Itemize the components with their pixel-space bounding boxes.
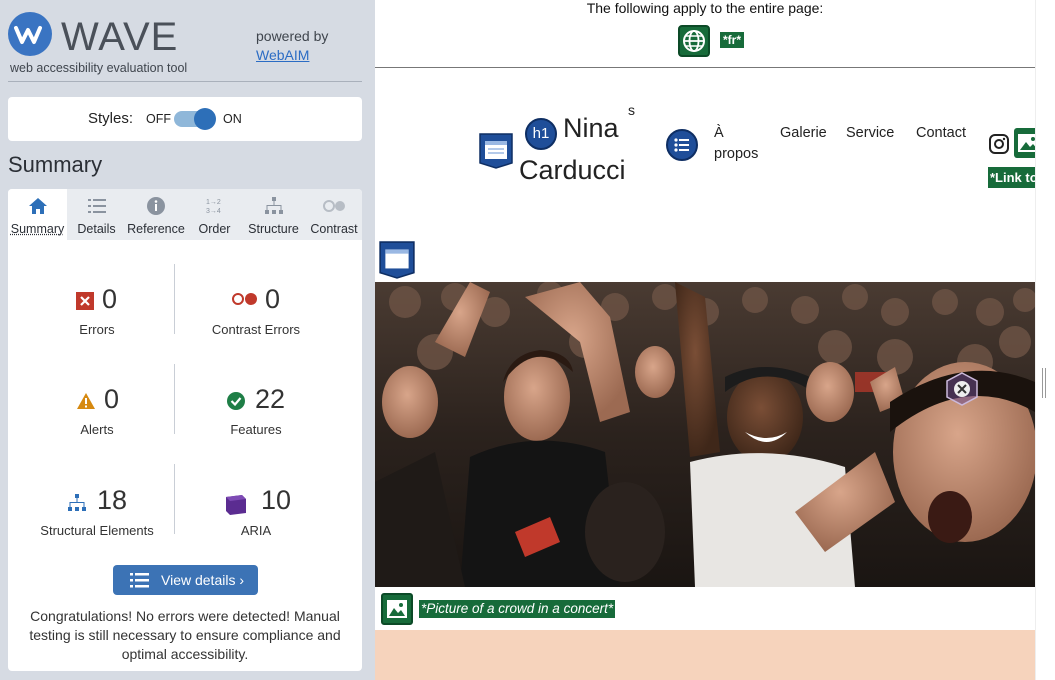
wave-tagline: web accessibility evaluation tool bbox=[10, 61, 188, 75]
site-title-line2: Carducci bbox=[519, 155, 626, 185]
stat-label: Structural Elements bbox=[40, 523, 154, 538]
concert-crowd-image bbox=[375, 282, 1035, 587]
tab-summary[interactable]: Summary bbox=[8, 189, 67, 240]
list-icon bbox=[130, 573, 149, 588]
stat-label: Alerts bbox=[80, 422, 114, 437]
structure-icon bbox=[68, 494, 86, 511]
wave-logo-text: WAVE bbox=[61, 15, 179, 59]
instagram-icon[interactable] bbox=[988, 133, 1010, 155]
evaluated-page: The following apply to the entire page: … bbox=[375, 0, 1035, 680]
nav-link-service[interactable]: Service bbox=[846, 123, 894, 144]
stat-structural-elements[interactable]: 18 Structural Elements bbox=[14, 485, 180, 565]
styles-label: Styles: bbox=[88, 110, 134, 127]
aria-icon bbox=[226, 495, 246, 515]
tab-label: Contrast bbox=[310, 222, 358, 236]
toggle-knob bbox=[194, 108, 216, 130]
congrats-message: Congratulations! No errors were detected… bbox=[29, 608, 341, 662]
stat-label: Contrast Errors bbox=[211, 322, 301, 337]
styles-toggle[interactable] bbox=[174, 108, 216, 130]
nav-link-a-propos[interactable]: À propos bbox=[714, 123, 772, 165]
scrollbar-track[interactable] bbox=[1035, 0, 1055, 680]
list-icon bbox=[87, 199, 106, 213]
stat-value: 10 bbox=[261, 485, 292, 515]
tab-details[interactable]: Details bbox=[70, 189, 123, 240]
stat-label: ARIA bbox=[240, 523, 272, 538]
tab-reference[interactable]: Reference bbox=[124, 189, 188, 240]
panel-tabs: Summary Details Reference 1→2 3→4 Order S… bbox=[8, 189, 362, 240]
webaim-link[interactable]: WebAIM bbox=[256, 46, 328, 65]
divider bbox=[375, 67, 1035, 68]
styles-toggle-box: Styles: OFF ON bbox=[8, 97, 362, 141]
stat-value: 0 bbox=[102, 284, 118, 314]
close-overlay-icon[interactable] bbox=[944, 371, 980, 407]
main-landmark-icon[interactable] bbox=[379, 241, 415, 279]
unordered-list-icon[interactable] bbox=[666, 129, 698, 161]
stat-label: Errors bbox=[79, 322, 115, 337]
stat-label: Features bbox=[230, 422, 282, 437]
stat-value: 0 bbox=[265, 284, 281, 314]
nav-link-contact[interactable]: Contact bbox=[916, 123, 966, 144]
structure-icon bbox=[264, 197, 283, 214]
stat-value: 0 bbox=[104, 384, 120, 414]
tab-label: Details bbox=[77, 222, 116, 236]
stat-features[interactable]: 22 Features bbox=[173, 384, 339, 464]
info-icon bbox=[147, 197, 165, 215]
summary-panel: Summary Details Reference 1→2 3→4 Order S… bbox=[8, 189, 362, 671]
svg-text:1→2: 1→2 bbox=[206, 199, 221, 206]
wave-sidebar: WAVE web accessibility evaluation tool p… bbox=[0, 0, 375, 680]
image-alt-icon[interactable] bbox=[381, 593, 413, 625]
powered-by-label: powered by bbox=[256, 28, 329, 44]
view-details-button[interactable]: View details › bbox=[113, 565, 258, 595]
powered-by: powered by WebAIM bbox=[256, 27, 328, 65]
stat-aria[interactable]: 10 ARIA bbox=[173, 485, 339, 565]
divider bbox=[8, 81, 362, 82]
contrast-error-icon bbox=[232, 293, 257, 305]
tab-label: Reference bbox=[127, 222, 185, 236]
summary-title: Summary bbox=[8, 152, 103, 177]
language-tag: *fr* bbox=[720, 32, 745, 48]
order-icon: 1→23→4 bbox=[206, 199, 221, 215]
site-title-line1: Nina bbox=[563, 113, 619, 143]
stat-value: 22 bbox=[255, 384, 286, 414]
styles-on-label: ON bbox=[223, 112, 242, 126]
site-title-superscript: s bbox=[628, 102, 635, 118]
svg-text:3→4: 3→4 bbox=[206, 208, 221, 215]
globe-icon[interactable] bbox=[678, 25, 710, 57]
h1-icon[interactable]: h1 bbox=[525, 118, 557, 150]
view-details-label: View details › bbox=[161, 572, 245, 588]
linked-image-icon[interactable] bbox=[1014, 128, 1035, 158]
tab-label: Summary bbox=[10, 222, 65, 236]
page-wide-heading: The following apply to the entire page: bbox=[586, 0, 824, 16]
tab-structure[interactable]: Structure bbox=[241, 189, 306, 240]
tab-order[interactable]: 1→2 3→4 Order bbox=[190, 189, 239, 240]
image-alt-tag: *Picture of a crowd in a concert* bbox=[419, 600, 616, 618]
tab-contrast[interactable]: Contrast bbox=[306, 189, 362, 240]
tab-label: Order bbox=[198, 222, 231, 236]
tab-label: Structure bbox=[248, 222, 299, 236]
stat-errors[interactable]: 0 Errors bbox=[14, 284, 180, 364]
resize-handle[interactable] bbox=[1042, 368, 1046, 398]
stat-contrast-errors[interactable]: 0 Contrast Errors bbox=[173, 284, 339, 364]
styles-off-label: OFF bbox=[146, 112, 171, 126]
feature-icon bbox=[227, 392, 245, 410]
link-alt-tag: *Link to Instagram* bbox=[988, 167, 1035, 188]
stat-value: 18 bbox=[97, 485, 128, 515]
contrast-icon bbox=[323, 200, 345, 212]
alert-icon bbox=[77, 393, 95, 409]
nav-link-galerie[interactable]: Galerie bbox=[780, 123, 827, 144]
home-icon bbox=[28, 198, 47, 214]
error-icon bbox=[76, 292, 94, 310]
banner-icon[interactable] bbox=[479, 133, 513, 169]
stat-alerts[interactable]: 0 Alerts bbox=[14, 384, 180, 464]
page-section-background bbox=[375, 630, 1035, 680]
wave-logo-icon bbox=[8, 12, 52, 56]
